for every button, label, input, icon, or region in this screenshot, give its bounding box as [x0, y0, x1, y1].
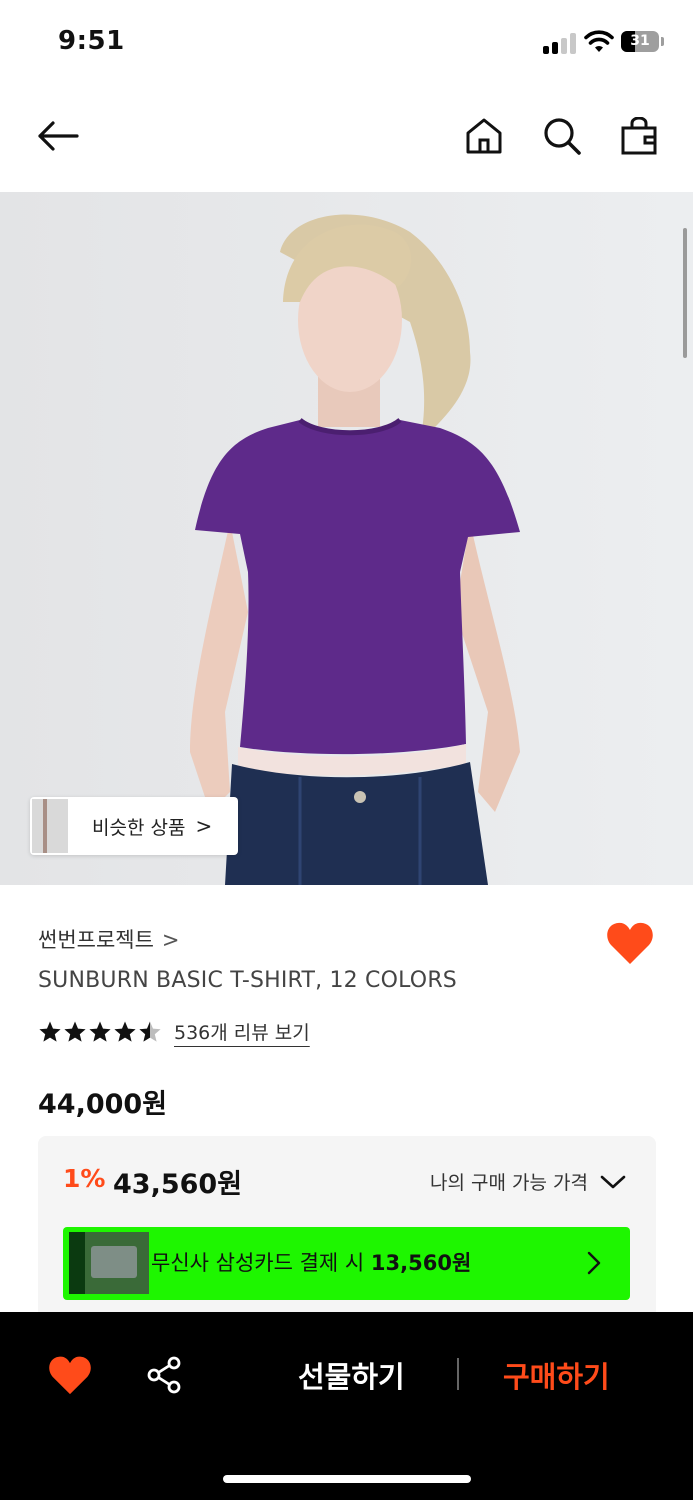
- original-price: 44,000원: [38, 1089, 168, 1120]
- cart-button[interactable]: [613, 110, 665, 162]
- similar-products-button[interactable]: 비슷한 상품 >: [30, 797, 238, 855]
- star-icon: [89, 1021, 111, 1042]
- chevron-right-icon: >: [195, 814, 213, 838]
- like-heart-icon[interactable]: [606, 920, 654, 966]
- shopping-bag-icon: [621, 117, 657, 155]
- my-price-label: 나의 구매 가능 가격: [430, 1172, 588, 1194]
- share-icon[interactable]: [146, 1356, 184, 1394]
- review-link[interactable]: 536개 리뷰 보기: [174, 1018, 310, 1045]
- back-arrow-icon: [38, 121, 79, 151]
- discount-rate: 1%: [63, 1164, 106, 1193]
- chevron-down-icon: [600, 1175, 626, 1188]
- bottom-action-bar: 선물하기 구매하기: [0, 1312, 693, 1500]
- divider: [457, 1358, 459, 1390]
- search-button[interactable]: [536, 110, 588, 162]
- wifi-icon: [584, 30, 614, 52]
- home-icon: [466, 118, 502, 154]
- like-heart-icon[interactable]: [48, 1354, 92, 1396]
- search-icon: [544, 118, 581, 155]
- product-title: SUNBURN BASIC T-SHIRT, 12 COLORS: [38, 968, 457, 993]
- star-icon: [64, 1021, 86, 1042]
- card-benefit-text: 무신사 삼성카드 결제 시 13,560원: [151, 1227, 471, 1300]
- card-benefit-amount: 13,560원: [370, 1251, 472, 1275]
- samsung-card-banner[interactable]: 무신사 삼성카드 결제 시 13,560원: [63, 1227, 630, 1300]
- battery-icon: 31: [621, 31, 659, 52]
- star-icon: [114, 1021, 136, 1042]
- card-benefit-prefix: 무신사 삼성카드 결제 시: [151, 1251, 371, 1275]
- half-star-icon: [139, 1021, 161, 1042]
- home-button[interactable]: [458, 110, 510, 162]
- buy-button[interactable]: 구매하기: [503, 1354, 610, 1396]
- status-time: 9:51: [58, 26, 125, 56]
- brand-link[interactable]: 썬번프로젝트 >: [38, 924, 180, 954]
- rating-row: 536개 리뷰 보기: [38, 1018, 310, 1045]
- battery-tip: [661, 37, 664, 46]
- brand-name: 썬번프로젝트: [38, 928, 154, 952]
- similar-product-thumbnail: [32, 799, 68, 853]
- card-promo-image: [69, 1232, 149, 1294]
- star-icon: [39, 1021, 61, 1042]
- back-button[interactable]: [32, 110, 84, 162]
- cellular-signal-icon: [543, 32, 577, 54]
- chevron-right-icon: >: [161, 928, 180, 952]
- chevron-right-icon: [587, 1251, 601, 1275]
- star-rating: [38, 1020, 162, 1044]
- image-scroll-indicator: [683, 228, 687, 358]
- product-image[interactable]: 비슷한 상품 >: [0, 192, 693, 885]
- model-photo: [0, 192, 693, 885]
- gift-button[interactable]: 선물하기: [298, 1354, 405, 1396]
- top-nav-bar: [0, 88, 693, 192]
- price-benefit-panel: 1% 43,560원 나의 구매 가능 가격 무신사 삼성카드 결제 시 13,…: [38, 1136, 656, 1336]
- status-bar: 9:51 31: [0, 0, 693, 88]
- my-price-dropdown[interactable]: 나의 구매 가능 가격: [430, 1168, 626, 1195]
- battery-level: 31: [630, 33, 650, 49]
- similar-products-label: 비슷한 상품: [92, 816, 186, 839]
- discount-price: 43,560원: [113, 1169, 243, 1200]
- home-indicator: [223, 1475, 471, 1483]
